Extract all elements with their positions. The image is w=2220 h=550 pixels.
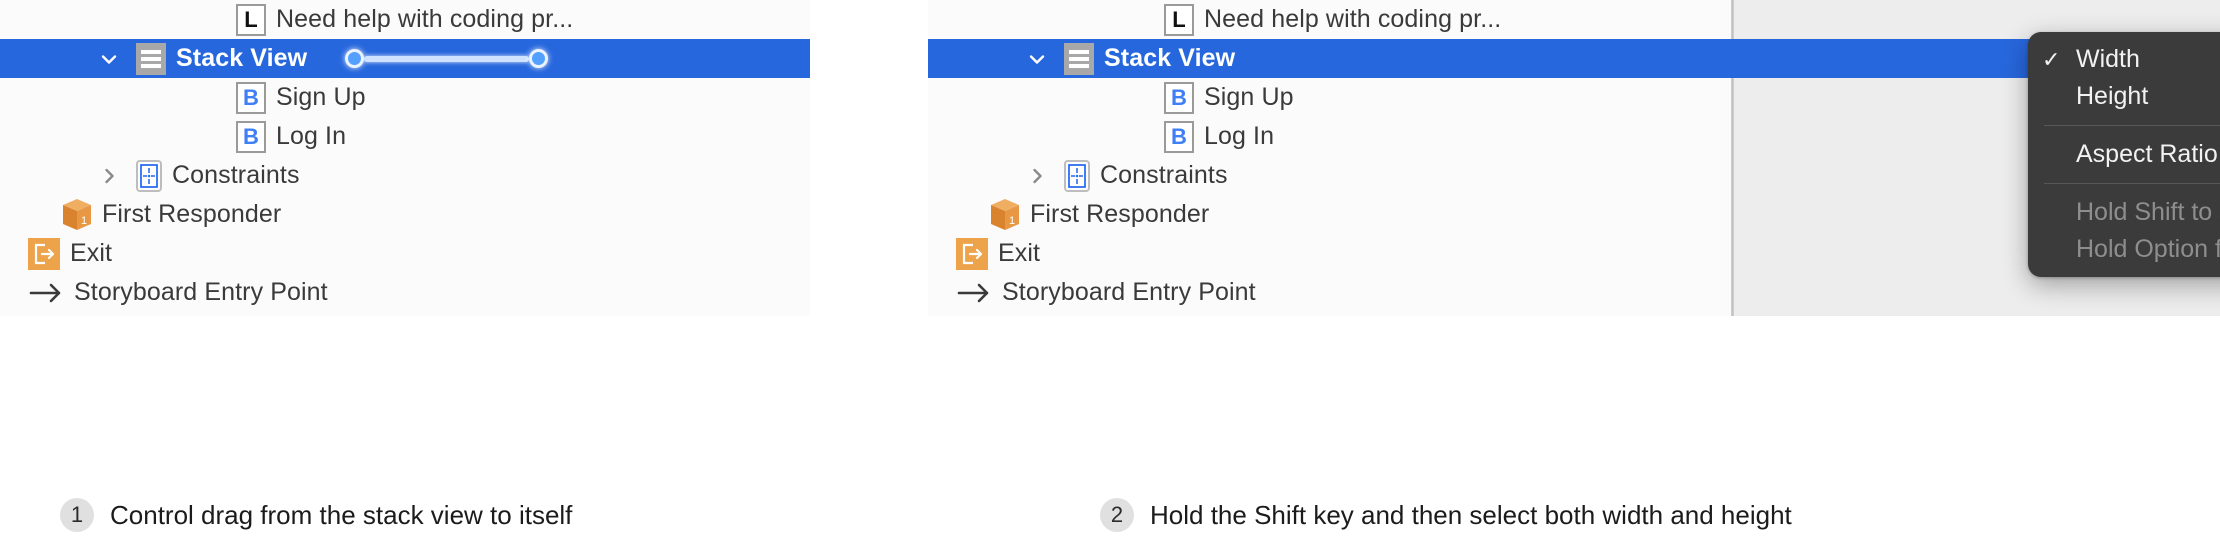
- menu-item-label: Hold Shift to select multiple: [2076, 198, 2220, 227]
- menu-item-label: Width: [2076, 45, 2140, 74]
- tree-row-label: Stack View: [1104, 44, 1235, 73]
- menu-separator: [2044, 125, 2220, 126]
- tree-row-label: Need help with coding pr...: [1204, 5, 1501, 34]
- step-number-badge: 2: [1100, 498, 1134, 532]
- entry-arrow-icon: [28, 278, 66, 308]
- tree-row[interactable]: L Need help with coding pr...: [0, 0, 810, 39]
- entry-arrow-icon: [956, 278, 994, 308]
- tree-row[interactable]: B Sign Up: [928, 78, 2220, 117]
- tree-row-label: Sign Up: [1204, 83, 1294, 112]
- menu-item[interactable]: Height: [2028, 78, 2220, 115]
- constraints-icon: [1064, 160, 1090, 192]
- caption-step-1: 1 Control drag from the stack view to it…: [60, 498, 572, 532]
- tutorial-figure: LNeed help with coding pr...Stack ViewBS…: [0, 0, 2220, 550]
- tree-row-label: First Responder: [1030, 200, 1209, 229]
- label-icon: L: [1164, 4, 1194, 36]
- tree-row-label: Exit: [70, 239, 112, 268]
- tree-row[interactable]: Storyboard Entry Point: [928, 273, 2220, 312]
- constraint-popup-menu[interactable]: ✓Width Height Aspect Ratio Hold Shift to se…: [2028, 32, 2220, 277]
- caption-text: Hold the Shift key and then select both …: [1150, 500, 1792, 531]
- constraints-icon: [136, 160, 162, 192]
- step-number-badge: 1: [60, 498, 94, 532]
- exit-icon: [28, 238, 60, 270]
- tree-row-label: Log In: [276, 122, 346, 151]
- tree-row-label: Storyboard Entry Point: [1002, 278, 1256, 307]
- first-responder-icon: 1: [60, 197, 94, 233]
- tree-row[interactable]: B Log In: [928, 117, 2220, 156]
- button-icon: B: [1164, 121, 1194, 153]
- chevron-right-icon[interactable]: [96, 163, 122, 189]
- tree-row-label: Storyboard Entry Point: [74, 278, 328, 307]
- menu-item[interactable]: ✓Width: [2028, 41, 2220, 78]
- document-outline-panel-step-1: LNeed help with coding pr...Stack ViewBS…: [0, 0, 810, 316]
- document-outline-tree[interactable]: LNeed help with coding pr...Stack ViewBS…: [928, 0, 2220, 312]
- tree-row[interactable]: Constraints: [0, 156, 810, 195]
- svg-text:1: 1: [81, 215, 87, 227]
- caption-text: Control drag from the stack view to itse…: [110, 500, 572, 531]
- menu-item-label: Height: [2076, 82, 2148, 111]
- tree-row[interactable]: Exit: [928, 234, 2220, 273]
- tree-row[interactable]: Storyboard Entry Point: [0, 273, 810, 312]
- tree-row-label: Constraints: [172, 161, 300, 190]
- tree-row-label: Log In: [1204, 122, 1274, 151]
- tree-row[interactable]: B Log In: [0, 117, 810, 156]
- caption-step-2: 2 Hold the Shift key and then select bot…: [1100, 498, 1792, 532]
- stack-view-icon: [1064, 43, 1094, 75]
- tree-row[interactable]: Stack View: [928, 39, 2220, 78]
- tree-row-label: Sign Up: [276, 83, 366, 112]
- menu-hint-text: Hold Option for alternates: [2028, 231, 2220, 268]
- menu-hint-text: Hold Shift to select multiple: [2028, 194, 2220, 231]
- svg-text:1: 1: [1009, 215, 1015, 227]
- chevron-down-icon[interactable]: [1024, 46, 1050, 72]
- tree-row[interactable]: B Sign Up: [0, 78, 810, 117]
- tree-row[interactable]: Constraints: [928, 156, 2220, 195]
- tree-row-label: Need help with coding pr...: [276, 5, 573, 34]
- button-icon: B: [1164, 82, 1194, 114]
- tree-row[interactable]: L Need help with coding pr...: [928, 0, 2220, 39]
- chevron-right-icon[interactable]: [1024, 163, 1050, 189]
- tree-row[interactable]: Exit: [0, 234, 810, 273]
- tree-row-label: Stack View: [176, 44, 307, 73]
- menu-item[interactable]: Aspect Ratio: [2028, 136, 2220, 173]
- tree-row[interactable]: 1 First Responder: [928, 195, 2220, 234]
- menu-separator: [2044, 183, 2220, 184]
- document-outline-panel-step-2: LNeed help with coding pr...Stack ViewBS…: [928, 0, 2220, 316]
- menu-item-label: Aspect Ratio: [2076, 140, 2218, 169]
- button-icon: B: [236, 82, 266, 114]
- stack-view-icon: [136, 43, 166, 75]
- tree-row-label: First Responder: [102, 200, 281, 229]
- chevron-down-icon[interactable]: [96, 46, 122, 72]
- exit-icon: [956, 238, 988, 270]
- checkmark-icon: ✓: [2042, 47, 2076, 73]
- tree-row-label: Exit: [998, 239, 1040, 268]
- tree-row-label: Constraints: [1100, 161, 1228, 190]
- first-responder-icon: 1: [988, 197, 1022, 233]
- label-icon: L: [236, 4, 266, 36]
- document-outline-tree[interactable]: LNeed help with coding pr...Stack ViewBS…: [0, 0, 810, 312]
- menu-item-label: Hold Option for alternates: [2076, 235, 2220, 264]
- tree-row[interactable]: Stack View: [0, 39, 810, 78]
- tree-row[interactable]: 1 First Responder: [0, 195, 810, 234]
- button-icon: B: [236, 121, 266, 153]
